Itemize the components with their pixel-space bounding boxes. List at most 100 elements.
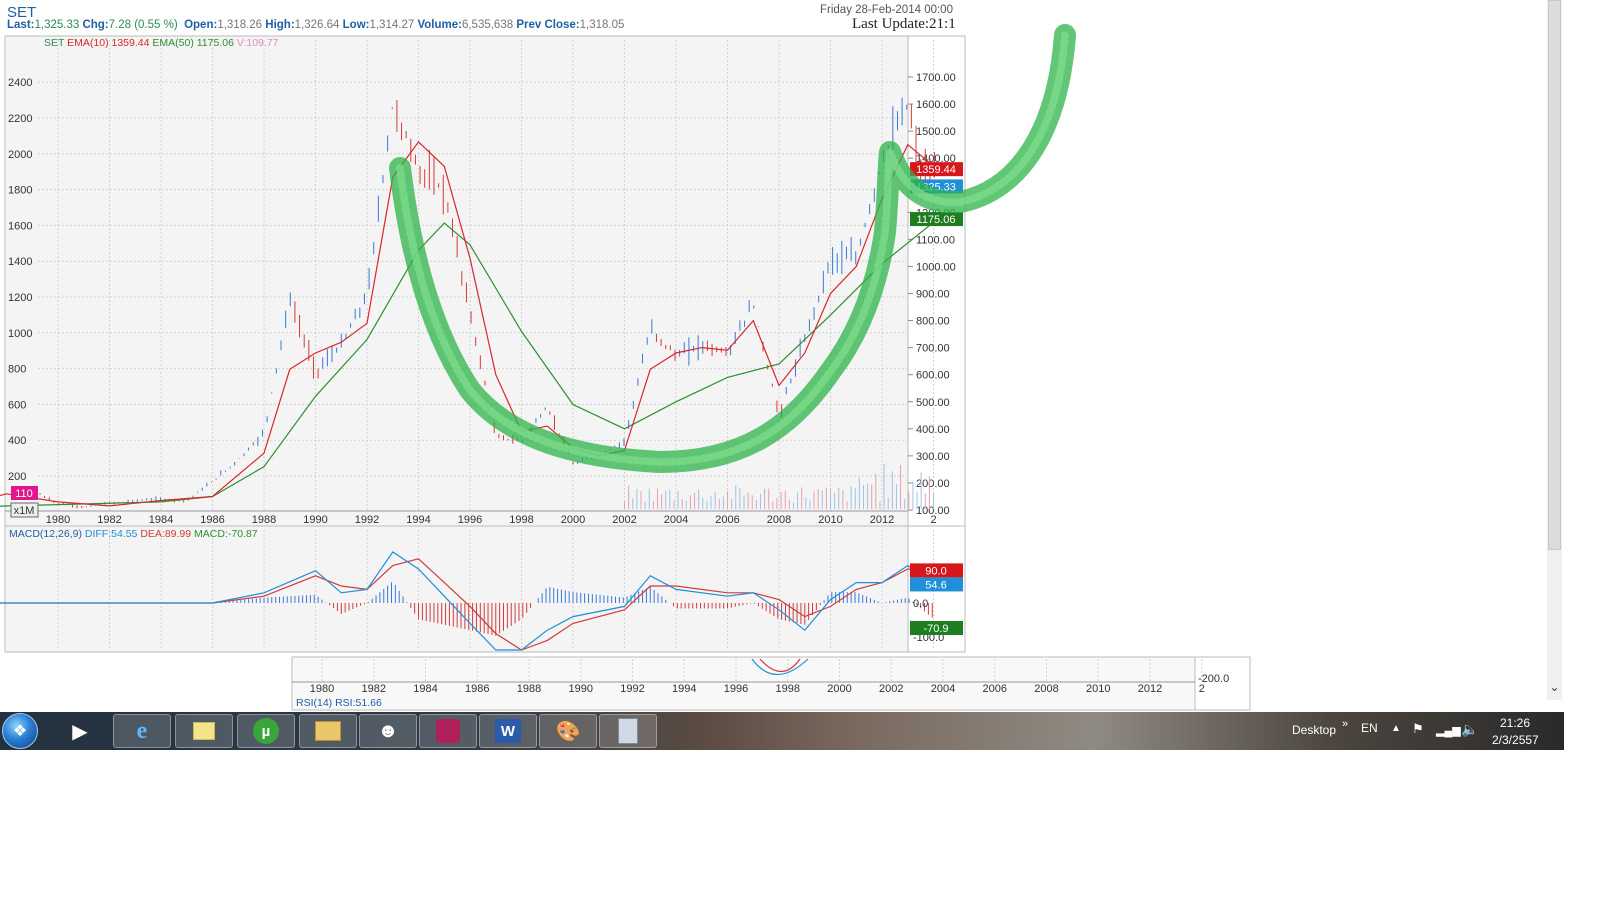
x-tick-label: 1990 [303, 514, 327, 526]
left-axis-tick: 1800 [8, 185, 32, 197]
x-tick-label: 1996 [458, 514, 482, 526]
x-tick-label: 2004 [664, 514, 688, 526]
network-signal-icon[interactable]: ▂▄▆ [1436, 724, 1461, 737]
clock-time[interactable]: 21:26 [1500, 716, 1530, 730]
right-axis-tick: 1700.00 [916, 72, 956, 84]
secondary-x-tick: 1984 [413, 683, 437, 695]
legend-ema10: EMA(10) 1359.44 [67, 37, 150, 49]
right-axis-tick: 600.00 [916, 370, 950, 382]
right-axis-tick: 400.00 [916, 424, 950, 436]
x-tick-label: 1982 [97, 514, 121, 526]
file-explorer-icon[interactable] [299, 714, 357, 748]
right-axis-tick: 800.00 [916, 316, 950, 328]
right-axis-tick: 1500.00 [916, 126, 956, 138]
secondary-x-tick: 2006 [983, 683, 1007, 695]
macd-legend-diff: DIFF:54.55 [84, 528, 138, 540]
toolbar-expand-icon[interactable]: » [1342, 718, 1348, 730]
start-button-windows-icon[interactable]: ❖ [2, 713, 38, 749]
secondary-x-tick: 1992 [620, 683, 644, 695]
macd-dea-badge: 90.0 [925, 565, 946, 577]
macd-legend-macd: MACD:-70.87 [194, 528, 258, 540]
last-update-text: Last Update:21:1 [852, 16, 956, 32]
clock-date[interactable]: 2/3/2557 [1492, 733, 1539, 747]
secondary-x-tick: 1996 [724, 683, 748, 695]
desktop-toolbar-label[interactable]: Desktop [1292, 723, 1336, 737]
secondary-x-tick: 1986 [465, 683, 489, 695]
macd-hist-badge: -70.9 [923, 623, 948, 635]
left-axis-tick: 1400 [8, 256, 32, 268]
chg-value: 7.28 (0.55 %) [108, 19, 178, 31]
left-axis-tick: 1600 [8, 220, 32, 232]
legend-volume: V:109.77 [236, 37, 279, 49]
pdf-reader-icon[interactable] [419, 714, 477, 748]
macd-legend-dea: DEA:89.99 [140, 528, 192, 540]
secondary-x-tick: 1998 [776, 683, 800, 695]
low-value: 1,314.27 [369, 19, 415, 31]
x-tick-label: 1984 [149, 514, 173, 526]
x-tick-label: 1994 [406, 514, 430, 526]
date-text: Friday 28-Feb-2014 00:00 [820, 4, 953, 16]
language-indicator[interactable]: EN [1361, 721, 1378, 735]
media-player-icon[interactable]: ▶ [51, 714, 109, 748]
secondary-x-tick: 1994 [672, 683, 696, 695]
left-axis-tick: 2400 [8, 77, 32, 89]
right-axis-tick: 500.00 [916, 397, 950, 409]
macd-diff-badge: 54.6 [925, 579, 946, 591]
sticky-notes-icon[interactable] [175, 714, 233, 748]
right-axis-tick: 300.00 [916, 451, 950, 463]
internet-explorer-icon[interactable]: e [113, 714, 171, 748]
x-tick-label: 2012 [870, 514, 894, 526]
price-panel [4, 35, 966, 527]
left-axis-tick: 600 [8, 399, 26, 411]
volume-label: Volume: [417, 19, 462, 31]
prev-close-value: 1,318.05 [579, 19, 625, 31]
prev-close-label: Prev Close: [516, 19, 580, 31]
paint-icon[interactable]: 🎨 [539, 714, 597, 748]
x-tick-label: 2002 [612, 514, 636, 526]
x-tick-label: 1992 [355, 514, 379, 526]
x-tick-label: 1986 [200, 514, 224, 526]
last-label: Last: [7, 19, 35, 31]
chat-messenger-icon[interactable]: ☻ [359, 714, 417, 748]
volume-speaker-icon[interactable]: 🔈 [1461, 721, 1478, 738]
scrollbar-thumb[interactable] [1548, 0, 1561, 550]
macd-panel [4, 525, 966, 653]
zoom-badge: x1M [14, 505, 35, 517]
word-icon[interactable]: W [479, 714, 537, 748]
left-axis-tick: 1000 [8, 328, 32, 340]
legend-ema50: EMA(50) 1175.06 [152, 37, 234, 49]
x-tick-label: 1988 [252, 514, 276, 526]
rsi-legend: RSI(14) RSI:51.66 [296, 697, 382, 709]
left-axis-tick: 400 [8, 435, 26, 447]
volume-value: 6,535,638 [461, 19, 514, 31]
open-value: 1,318.26 [217, 19, 263, 31]
volume-badge: 110 [15, 488, 33, 500]
secondary-axis-tick: -200.0 [1198, 673, 1229, 685]
open-label: Open: [184, 19, 218, 31]
right-axis-tick: 1100.00 [916, 234, 955, 246]
scroll-down-arrow-icon[interactable]: ⌄ [1547, 680, 1562, 698]
macd-legend-name: MACD(12,26,9) [9, 528, 82, 540]
last-value: 1,325.33 [34, 19, 80, 31]
legend-symbol: SET [44, 37, 65, 49]
secondary-x-tick: 1990 [569, 683, 593, 695]
right-axis-tick: 700.00 [916, 343, 950, 355]
secondary-x-tick: 1988 [517, 683, 541, 695]
x-tick-label: 2008 [767, 514, 791, 526]
x-tick-label: 2000 [561, 514, 585, 526]
secondary-x-tick: 2000 [827, 683, 851, 695]
x-tick-label: 2006 [715, 514, 739, 526]
tray-expand-icon[interactable]: ▲ [1391, 723, 1401, 734]
secondary-x-tick: 2010 [1086, 683, 1110, 695]
calculator-icon[interactable] [599, 714, 657, 748]
high-value: 1,326.64 [294, 19, 340, 31]
x-tick-label: 1998 [509, 514, 533, 526]
utorrent-icon[interactable]: µ [237, 714, 295, 748]
x-tick-label: 1980 [46, 514, 70, 526]
action-center-flag-icon[interactable]: ⚑ [1412, 721, 1424, 737]
secondary-x-tick: 2008 [1034, 683, 1058, 695]
secondary-x-tick: 2002 [879, 683, 903, 695]
low-label: Low: [342, 19, 370, 31]
secondary-x-tick: 1982 [362, 683, 386, 695]
macd-axis-tick: 0.0 [913, 598, 928, 610]
